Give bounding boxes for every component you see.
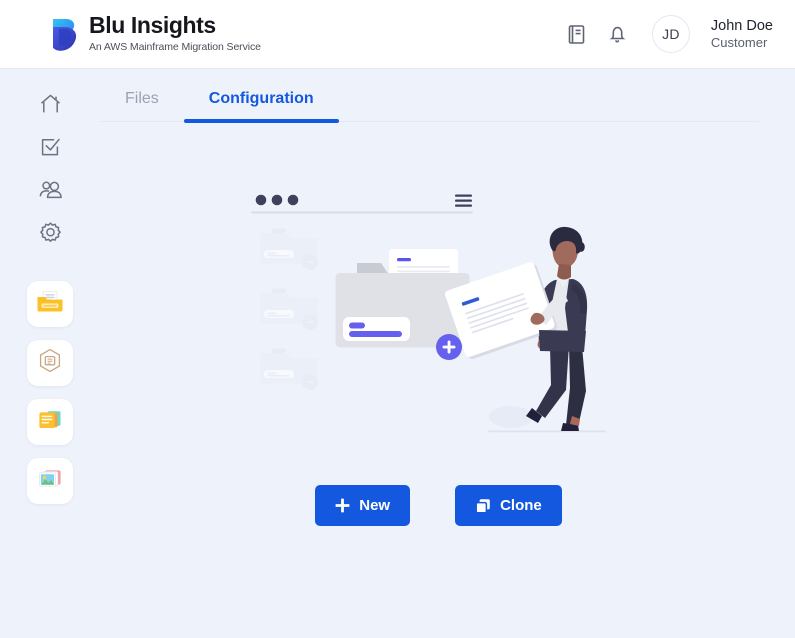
tab-bar: Files Configuration [100, 69, 759, 123]
sidebar-item-codebase[interactable] [27, 340, 73, 386]
brand-tagline: An AWS Mainframe Migration Service [89, 41, 261, 53]
app-shell: Files Configuration New Clone [0, 69, 795, 638]
main-content: Files Configuration New Clone [100, 69, 795, 638]
new-button-label: New [359, 497, 391, 514]
action-buttons: New Clone [315, 485, 562, 526]
clone-button-label: Clone [500, 497, 542, 514]
sidebar-item-notes[interactable] [27, 399, 73, 445]
avatar[interactable]: JD [651, 15, 690, 53]
user-meta[interactable]: John Doe Customer [711, 17, 773, 51]
sidebar-item-projects[interactable] [27, 281, 73, 327]
user-role: Customer [710, 34, 768, 50]
brand-name: Blu Insights [89, 12, 216, 38]
gear-icon [38, 220, 63, 250]
tab-configuration[interactable]: Configuration [183, 90, 339, 123]
sidebar-item-tasks[interactable] [28, 134, 72, 164]
sidebar-item-gallery[interactable] [27, 458, 73, 504]
folder-documents-icon [35, 288, 65, 321]
sidebar-item-settings[interactable] [28, 220, 72, 250]
clone-button[interactable]: Clone [455, 485, 562, 526]
sticky-notes-icon [36, 406, 64, 439]
app-header: Blu Insights An AWS Mainframe Migration … [0, 0, 795, 69]
copy-clone-icon [475, 498, 491, 514]
brand[interactable]: Blu Insights An AWS Mainframe Migration … [50, 14, 261, 54]
docs-book-icon[interactable] [566, 22, 588, 46]
checkbox-check-icon [38, 135, 62, 164]
sidebar-item-users[interactable] [28, 177, 72, 207]
empty-configuration-illustration [239, 180, 639, 460]
blu-insights-b-logo-icon [50, 16, 80, 54]
home-icon [38, 92, 63, 121]
plus-icon [335, 498, 350, 513]
image-gallery-icon [36, 465, 64, 498]
sidebar-item-home[interactable] [28, 91, 72, 121]
notification-bell-icon[interactable] [607, 22, 629, 46]
hexagon-code-icon [36, 347, 64, 380]
user-name: John Doe [710, 17, 773, 34]
users-icon [37, 179, 63, 206]
new-button[interactable]: New [315, 485, 411, 526]
tab-files[interactable]: Files [100, 90, 184, 121]
header-actions: JD John Doe Customer [566, 15, 773, 53]
empty-state: New Clone [100, 122, 777, 526]
sidebar [0, 69, 100, 638]
